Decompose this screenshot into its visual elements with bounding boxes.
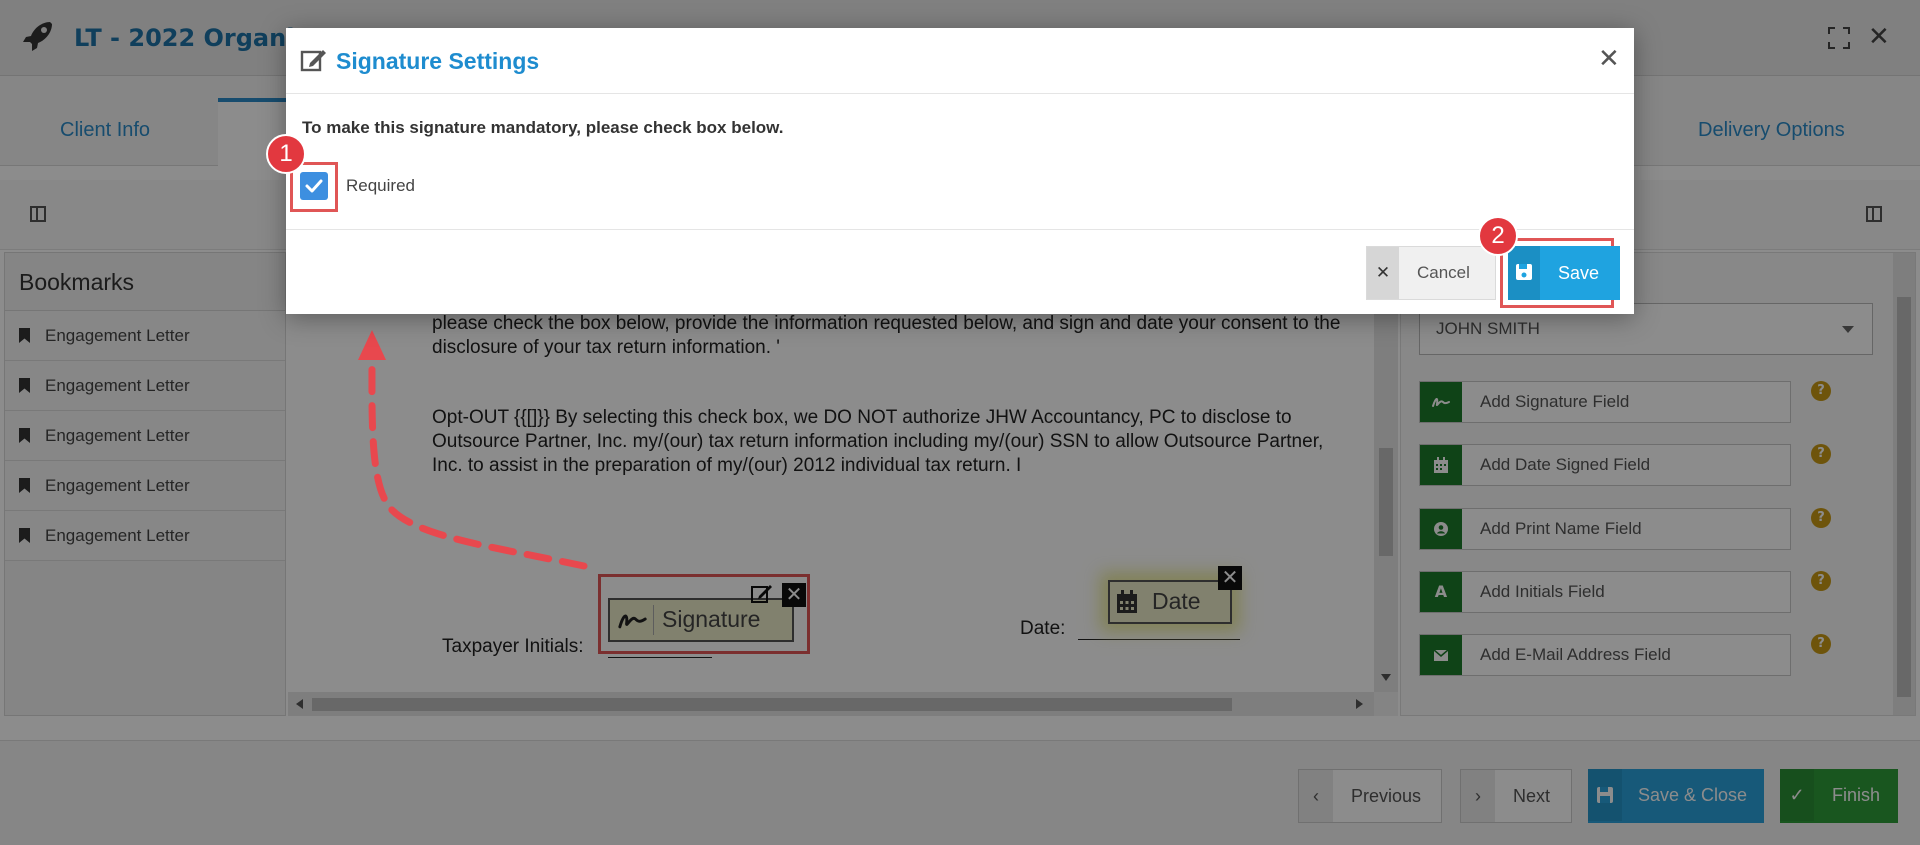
close-icon: ✕	[1367, 247, 1399, 299]
dialog-header: Signature Settings ✕	[286, 28, 1634, 94]
dialog-footer: ✕ Cancel Save	[286, 230, 1634, 314]
required-checkbox[interactable]	[300, 172, 328, 200]
dialog-title: Signature Settings	[336, 48, 540, 74]
cancel-label: Cancel	[1417, 263, 1470, 282]
checkmark-icon	[305, 179, 323, 193]
save-button[interactable]: Save	[1508, 246, 1620, 300]
dialog-body: To make this signature mandatory, please…	[286, 94, 1634, 230]
close-icon[interactable]: ✕	[1598, 46, 1620, 72]
step-2-badge: 2	[1478, 216, 1518, 256]
step-1-badge: 1	[266, 134, 306, 174]
dialog-instruction: To make this signature mandatory, please…	[302, 118, 784, 137]
signature-settings-dialog: Signature Settings ✕ To make this signat…	[286, 28, 1634, 314]
required-label[interactable]: Required	[346, 176, 415, 196]
edit-icon	[300, 50, 326, 72]
floppy-disk-icon	[1508, 246, 1540, 300]
cancel-button[interactable]: ✕ Cancel	[1366, 246, 1496, 300]
save-label: Save	[1558, 263, 1600, 283]
